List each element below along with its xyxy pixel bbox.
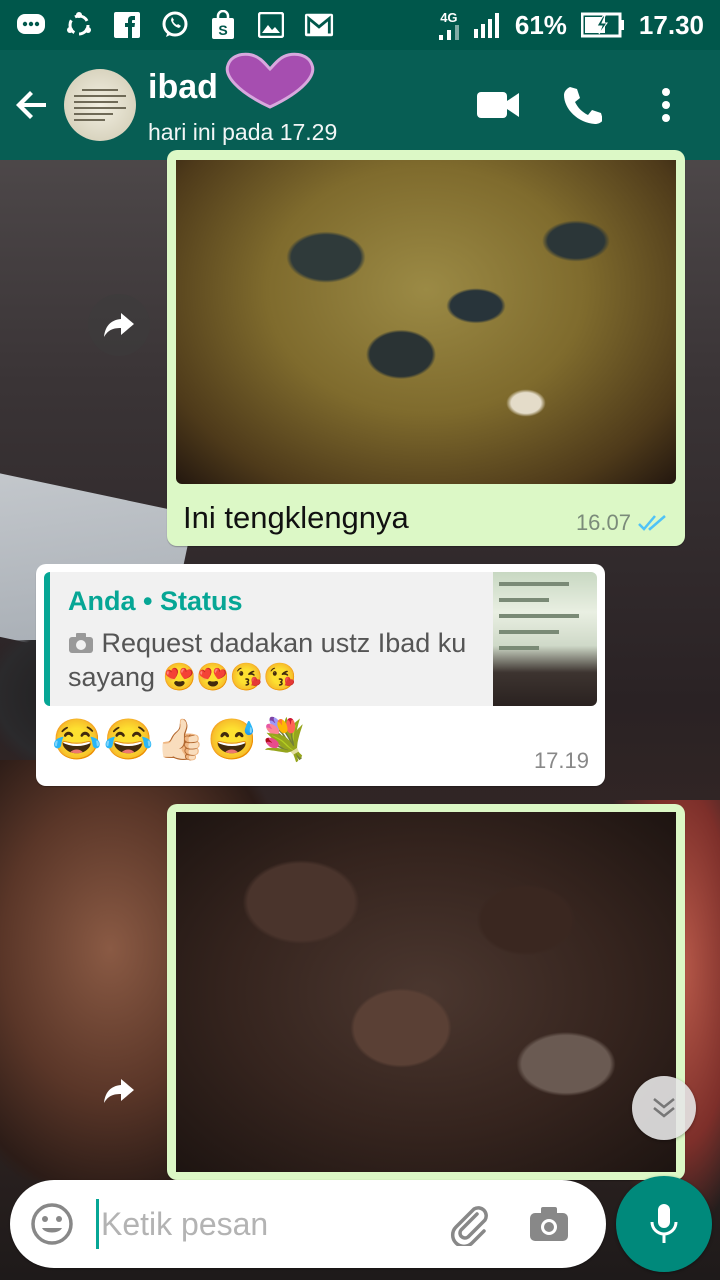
header-actions bbox=[474, 81, 690, 129]
facebook-icon bbox=[112, 10, 142, 40]
text-cursor bbox=[96, 1199, 99, 1249]
battery-percent: 61% bbox=[514, 9, 567, 40]
message-meta: 16.07 bbox=[576, 510, 669, 536]
whatsapp-icon bbox=[160, 10, 190, 40]
forward-button[interactable] bbox=[88, 294, 150, 356]
arrow-back-icon bbox=[16, 91, 46, 119]
voice-call-button[interactable] bbox=[558, 81, 606, 129]
last-seen: hari ini pada 17.29 bbox=[148, 118, 338, 145]
double-chevron-down-icon bbox=[653, 1098, 675, 1118]
double-check-read-icon bbox=[638, 515, 666, 531]
attach-button[interactable] bbox=[439, 1194, 499, 1254]
forward-icon bbox=[104, 1079, 134, 1103]
status-bar: S 4G 61% 17.30 bbox=[0, 0, 720, 50]
signal-4g-icon bbox=[438, 24, 459, 40]
message-photo[interactable] bbox=[176, 160, 676, 484]
chat-icon bbox=[16, 10, 46, 40]
shopping-icon: S bbox=[208, 10, 238, 40]
camera-button[interactable] bbox=[519, 1194, 579, 1254]
signal-strength-icon bbox=[473, 13, 499, 38]
quoted-status[interactable]: Anda • Status Request dadakan ustz Ibad … bbox=[44, 572, 597, 706]
paperclip-icon bbox=[450, 1206, 488, 1246]
forward-button[interactable] bbox=[88, 1060, 150, 1122]
more-options-button[interactable] bbox=[642, 81, 690, 129]
system-status: 4G 61% 17.30 bbox=[438, 9, 704, 41]
message-time: 17.19 bbox=[533, 748, 589, 773]
message-input[interactable] bbox=[101, 1205, 431, 1243]
sync-icon bbox=[64, 10, 94, 40]
voice-message-button[interactable] bbox=[616, 1176, 712, 1272]
message-time: 16.07 bbox=[575, 510, 631, 535]
message-photo[interactable] bbox=[176, 812, 676, 1172]
contact-info[interactable]: ibad hari ini pada 17.29 bbox=[148, 52, 474, 146]
clock: 17.30 bbox=[638, 9, 704, 40]
quote-text: Request dadakan ustz Ibad ku sayang 😍😍😘😘 bbox=[68, 628, 467, 692]
status-thumbnail bbox=[493, 572, 597, 706]
emoji-icon bbox=[31, 1203, 73, 1245]
message-text: 😂😂👍🏻😅💐 bbox=[52, 718, 312, 762]
contact-name-row: ibad bbox=[148, 52, 474, 111]
microphone-icon bbox=[650, 1204, 678, 1243]
heart-icon bbox=[225, 52, 315, 109]
quote-title: Anda • Status bbox=[68, 586, 243, 616]
network-type: 4G bbox=[440, 9, 458, 25]
message-outgoing-image[interactable] bbox=[167, 804, 685, 1180]
chat-header: ibad hari ini pada 17.29 bbox=[0, 50, 720, 160]
contact-avatar[interactable] bbox=[64, 69, 136, 141]
video-call-button[interactable] bbox=[474, 81, 522, 129]
message-outgoing-image[interactable]: Ini tengklengnya 16.07 bbox=[167, 150, 685, 546]
video-call-icon bbox=[477, 92, 519, 118]
svg-text:S: S bbox=[218, 22, 227, 38]
forward-icon bbox=[104, 313, 134, 337]
emoji-button[interactable] bbox=[10, 1180, 94, 1268]
scroll-to-bottom-button[interactable] bbox=[632, 1076, 696, 1140]
message-caption: Ini tengklengnya bbox=[183, 500, 409, 535]
quote-text-wrap: Request dadakan ustz Ibad ku sayang 😍😍😘😘 bbox=[68, 626, 478, 694]
network-indicator: 4G bbox=[438, 9, 459, 40]
message-composer bbox=[10, 1180, 606, 1268]
phone-call-icon bbox=[564, 87, 602, 124]
notification-icons: S bbox=[16, 10, 334, 40]
gallery-icon bbox=[256, 10, 286, 40]
more-options-icon bbox=[662, 88, 670, 122]
contact-name: ibad bbox=[148, 68, 218, 106]
message-incoming-reply[interactable]: Anda • Status Request dadakan ustz Ibad … bbox=[36, 564, 605, 786]
back-button[interactable] bbox=[0, 50, 64, 160]
email-icon bbox=[304, 10, 334, 40]
battery-charging-icon bbox=[580, 12, 624, 38]
avatar-calligraphy bbox=[74, 85, 126, 125]
camera-icon bbox=[530, 1207, 568, 1241]
camera-small-icon bbox=[69, 633, 93, 653]
